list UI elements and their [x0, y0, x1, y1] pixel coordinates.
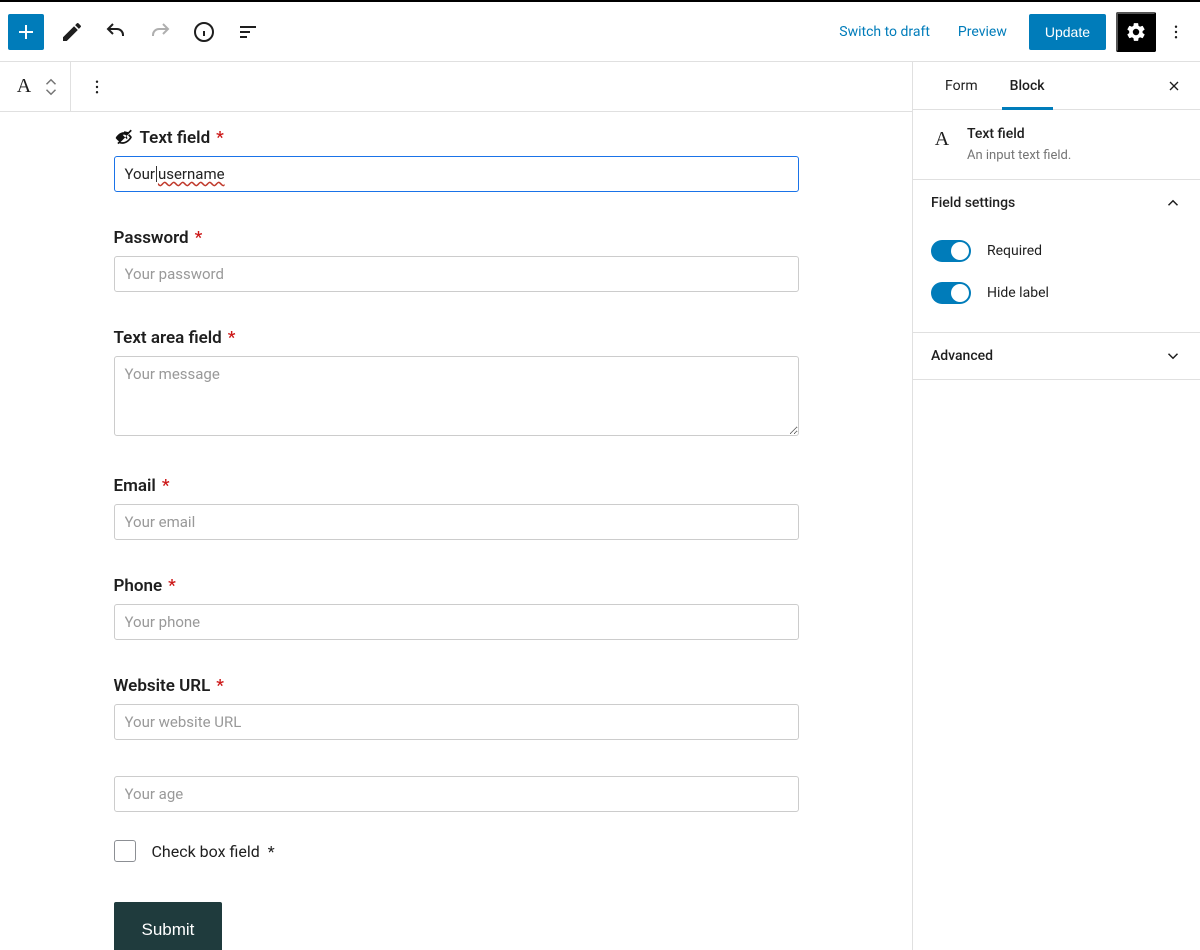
password-input[interactable]: [114, 256, 799, 292]
block-type-icon[interactable]: A: [10, 75, 38, 98]
block-info: A Text field An input text field.: [913, 110, 1200, 180]
text-field-block[interactable]: Text field * Yourusername: [114, 128, 799, 192]
redo-button[interactable]: [140, 12, 180, 52]
required-mark: *: [216, 676, 224, 696]
required-mark: *: [268, 842, 275, 861]
redo-icon: [148, 20, 172, 44]
field-label-text: Password: [114, 228, 189, 248]
form-canvas: Text field * Yourusername Password *: [114, 112, 799, 950]
close-sidebar-button[interactable]: [1158, 70, 1190, 102]
block-more-options[interactable]: [81, 67, 113, 107]
toggle-hide-label[interactable]: [931, 282, 971, 304]
chevron-down-icon: [1164, 347, 1182, 365]
section-advanced: Advanced: [913, 333, 1200, 380]
toggle-required-label: Required: [987, 243, 1042, 259]
details-button[interactable]: [184, 12, 224, 52]
field-label-text: Text field: [140, 128, 211, 148]
plus-icon: [14, 20, 38, 44]
textarea-input[interactable]: [114, 356, 799, 436]
textarea-field-block[interactable]: Text area field *: [114, 328, 799, 440]
kebab-icon: [1167, 23, 1185, 41]
edit-mode-button[interactable]: [52, 12, 92, 52]
eye-off-icon: [114, 128, 134, 148]
required-mark: *: [228, 328, 236, 348]
checkbox-label: Check box field *: [152, 842, 275, 861]
tab-form[interactable]: Form: [929, 62, 994, 109]
text-field-input[interactable]: Yourusername: [114, 156, 799, 192]
chevron-up-icon: [42, 77, 60, 87]
switch-to-draft-link[interactable]: Switch to draft: [827, 16, 942, 48]
block-title: Text field: [967, 126, 1071, 142]
field-label-text: Phone: [114, 576, 163, 596]
password-field-block[interactable]: Password *: [114, 228, 799, 292]
undo-icon: [104, 20, 128, 44]
field-label-text: Website URL: [114, 676, 211, 696]
required-mark: *: [162, 476, 170, 496]
settings-button[interactable]: [1116, 12, 1156, 52]
gear-icon: [1125, 21, 1147, 43]
outline-icon: [236, 20, 260, 44]
kebab-icon: [88, 78, 106, 96]
phone-field-block[interactable]: Phone *: [114, 576, 799, 640]
email-input[interactable]: [114, 504, 799, 540]
required-mark: *: [195, 228, 203, 248]
block-description: An input text field.: [967, 148, 1071, 163]
chevron-down-icon: [42, 87, 60, 97]
pencil-icon: [60, 20, 84, 44]
info-icon: [192, 20, 216, 44]
toggle-hide-label-label: Hide label: [987, 285, 1049, 301]
undo-button[interactable]: [96, 12, 136, 52]
field-label-text: Text area field: [114, 328, 222, 348]
add-block-button[interactable]: [8, 14, 44, 50]
age-input[interactable]: [114, 776, 799, 812]
editor-top-header: Switch to draft Preview Update: [0, 2, 1200, 62]
preview-link[interactable]: Preview: [946, 16, 1019, 48]
more-options-button[interactable]: [1160, 12, 1192, 52]
block-toolbar: A: [0, 62, 912, 112]
settings-sidebar: Form Block A Text field An input text fi…: [912, 62, 1200, 950]
checkbox-input[interactable]: [114, 840, 136, 862]
section-advanced-header[interactable]: Advanced: [913, 333, 1200, 379]
url-field-block[interactable]: Website URL *: [114, 676, 799, 740]
tab-block[interactable]: Block: [994, 62, 1061, 109]
required-mark: *: [168, 576, 176, 596]
required-mark: *: [216, 128, 224, 148]
block-type-icon: A: [931, 126, 953, 163]
chevron-up-icon: [1164, 194, 1182, 212]
checkbox-field-block[interactable]: Check box field *: [114, 840, 799, 862]
field-label-text: Email: [114, 476, 156, 496]
toggle-required[interactable]: [931, 240, 971, 262]
block-mover[interactable]: [42, 77, 60, 97]
email-field-block[interactable]: Email *: [114, 476, 799, 540]
section-field-settings-header[interactable]: Field settings: [913, 180, 1200, 226]
age-field-block[interactable]: [114, 776, 799, 812]
submit-button[interactable]: Submit: [114, 902, 223, 950]
section-field-settings: Field settings Required Hide label: [913, 180, 1200, 333]
close-icon: [1166, 78, 1182, 94]
phone-input[interactable]: [114, 604, 799, 640]
url-input[interactable]: [114, 704, 799, 740]
update-button[interactable]: Update: [1029, 14, 1106, 50]
outline-button[interactable]: [228, 12, 268, 52]
